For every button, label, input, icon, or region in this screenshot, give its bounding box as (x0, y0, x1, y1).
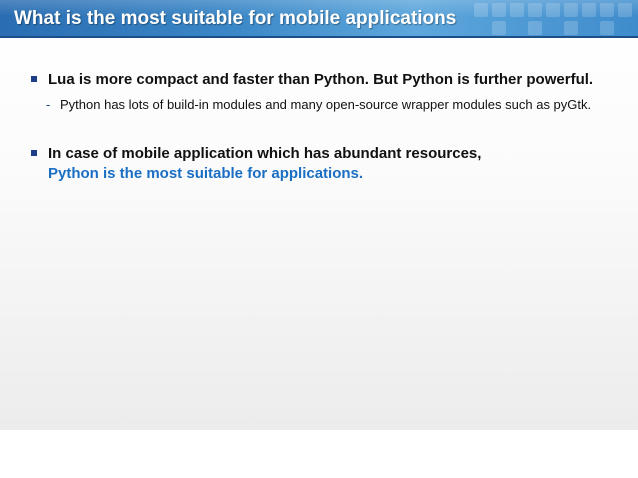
tile-decoration (618, 3, 632, 17)
tile-decoration (492, 21, 506, 35)
tile-decoration (546, 3, 560, 17)
dash-bullet-icon: - (46, 97, 51, 112)
tile-decoration (564, 3, 578, 17)
tile-decoration (582, 3, 596, 17)
bullet-item: In case of mobile application which has … (30, 144, 610, 184)
tile-decoration (474, 3, 488, 17)
slide-content: Lua is more compact and faster than Pyth… (30, 70, 610, 184)
tile-decoration (600, 21, 614, 35)
tile-decoration (528, 3, 542, 17)
slide: What is the most suitable for mobile app… (0, 0, 638, 430)
sub-bullet-item: - Python has lots of build-in modules an… (30, 96, 610, 114)
title-bar: What is the most suitable for mobile app… (0, 0, 638, 38)
decorative-tiles (468, 0, 638, 38)
tile-decoration (510, 3, 524, 17)
page-title: What is the most suitable for mobile app… (14, 8, 457, 29)
tile-decoration (492, 3, 506, 17)
bullet-text: Lua is more compact and faster than Pyth… (48, 71, 594, 88)
tile-decoration (528, 21, 542, 35)
bullet-item: Lua is more compact and faster than Pyth… (30, 70, 610, 90)
tile-decoration (564, 21, 578, 35)
square-bullet-icon (31, 76, 37, 82)
bullet-highlight-text: Python is the most suitable for applicat… (48, 165, 364, 182)
tile-decoration (600, 3, 614, 17)
sub-bullet-text: Python has lots of build-in modules and … (60, 97, 592, 112)
bullet-text: In case of mobile application which has … (48, 145, 482, 162)
square-bullet-icon (31, 150, 37, 156)
title-underline (0, 36, 638, 38)
